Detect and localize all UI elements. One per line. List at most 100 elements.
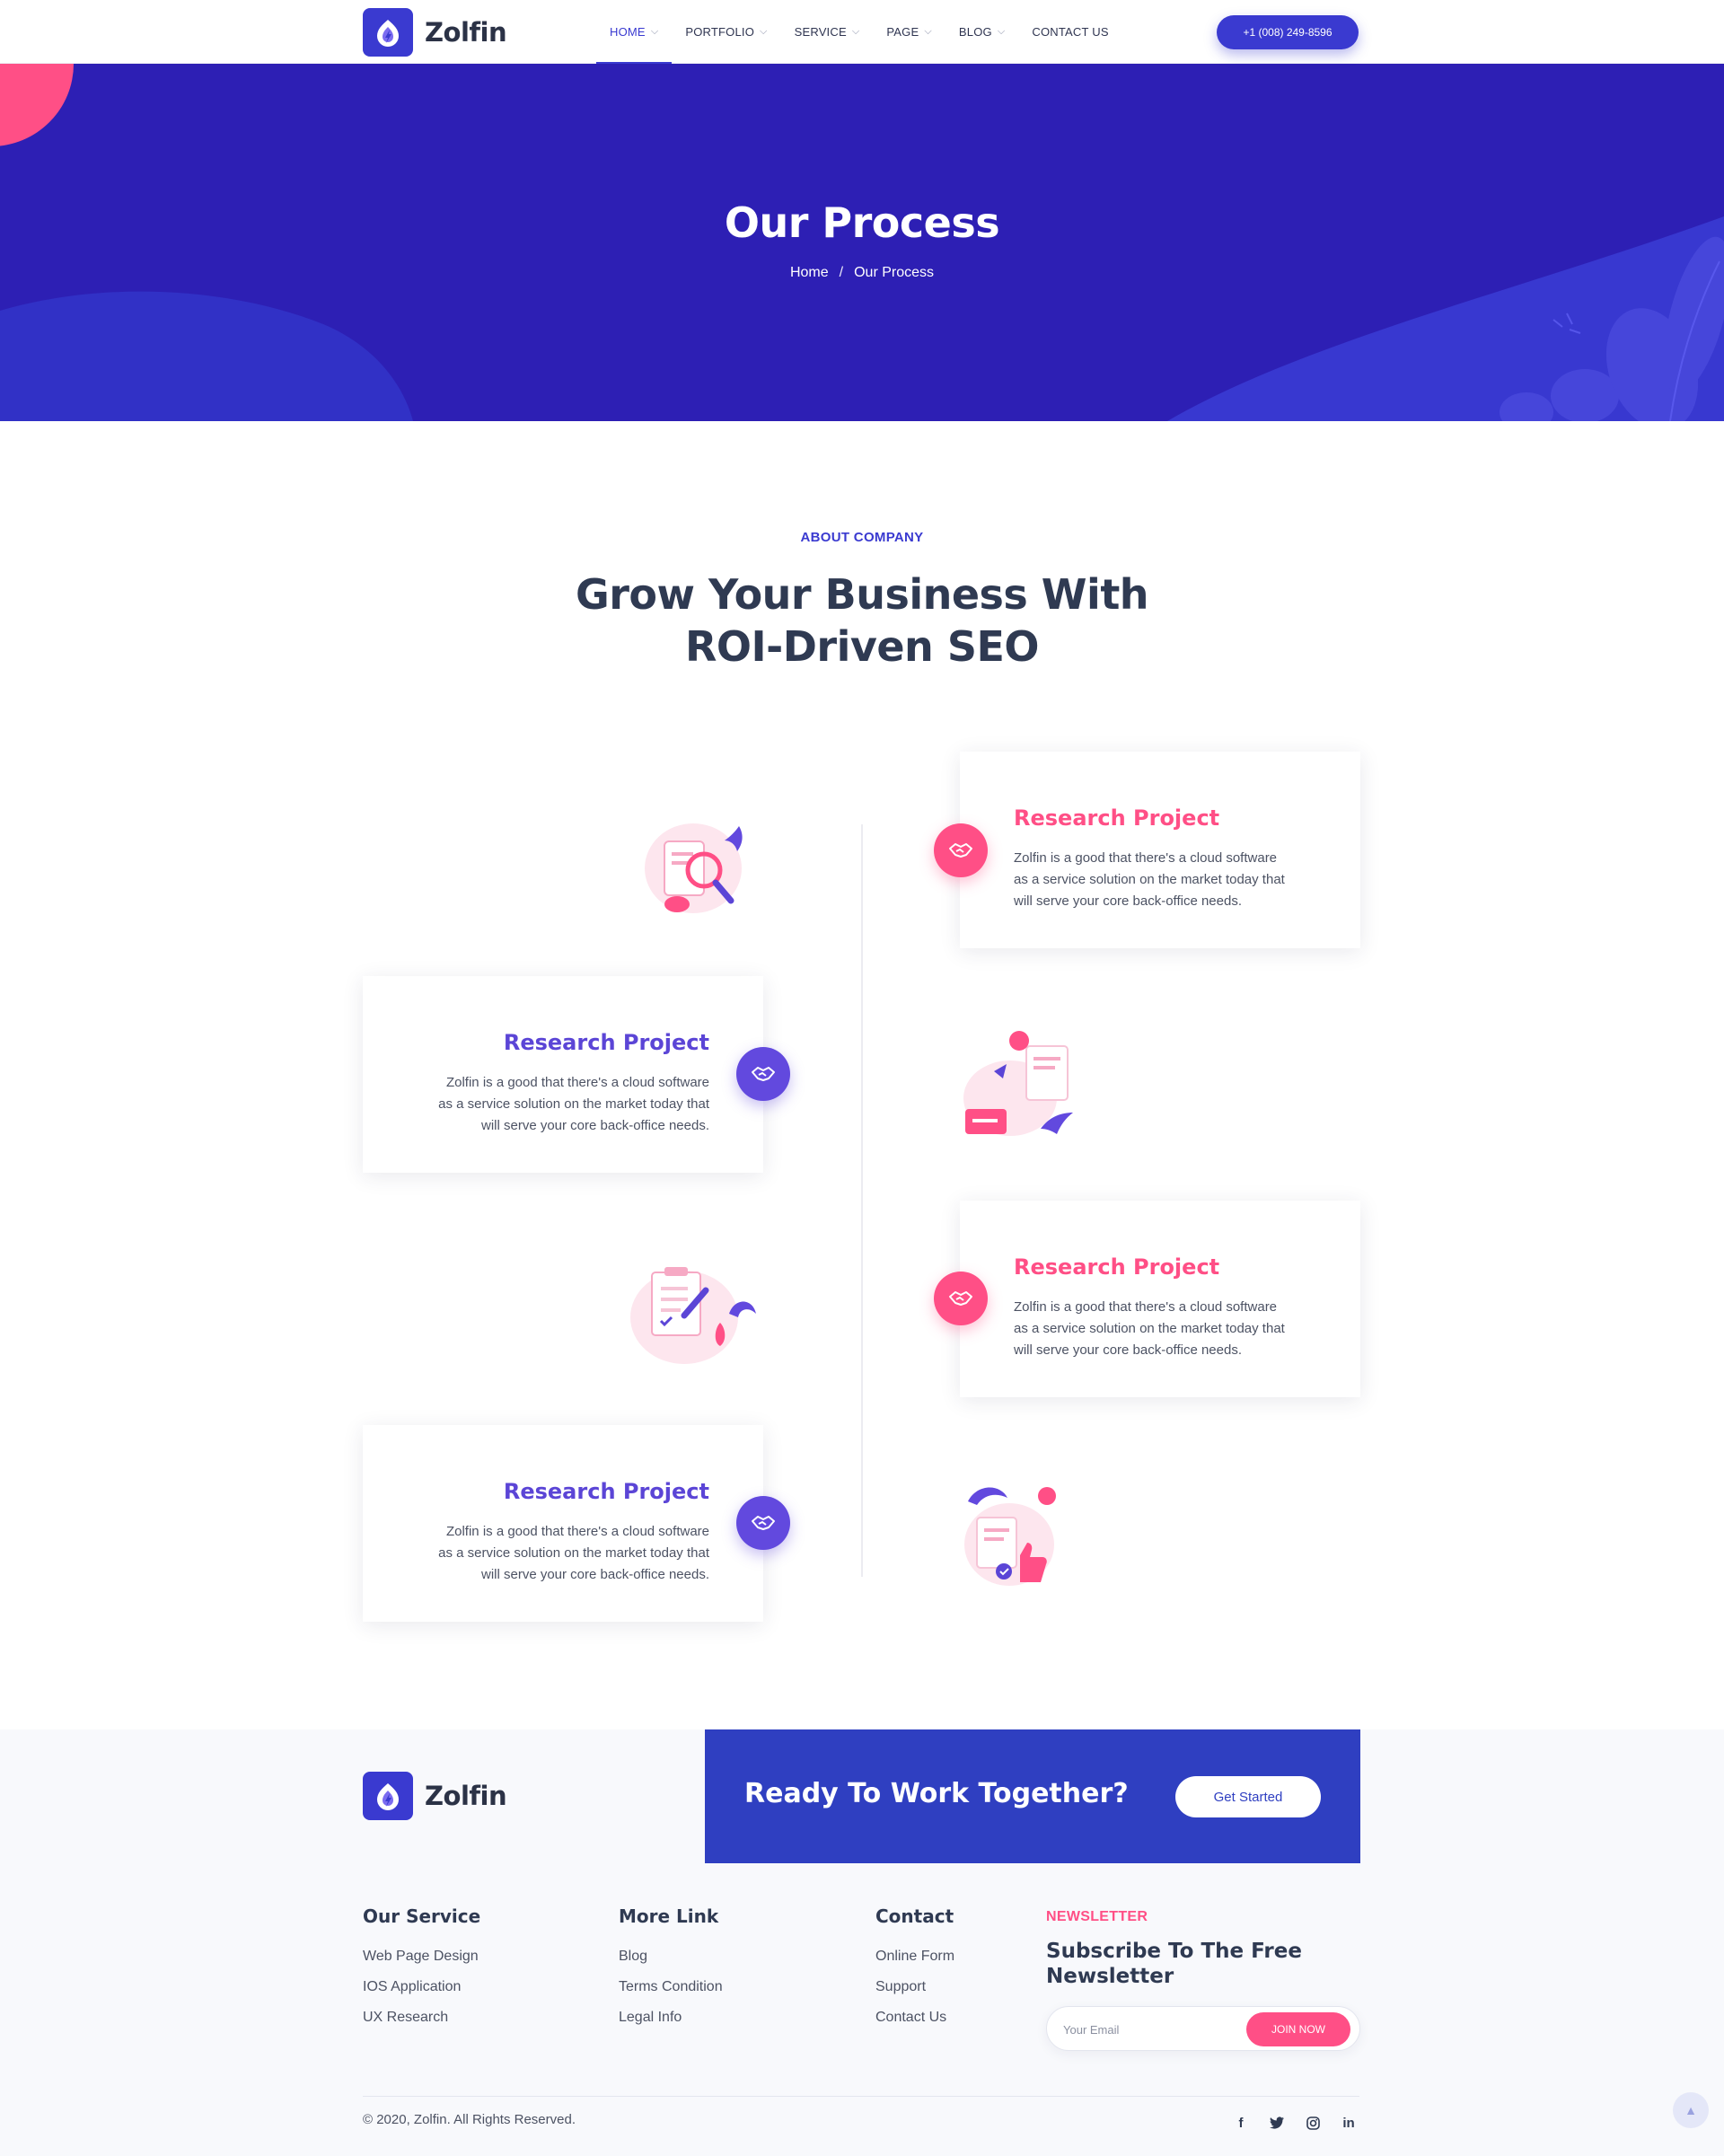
process-card-text-line: as a service solution on the market toda… [1014,1321,1285,1336]
nav-item-service[interactable]: SERVICE ⌵ [781,0,874,64]
section-title-line-1: Grow Your Business With [575,570,1149,619]
nav-label: PORTFOLIO [685,25,755,39]
logo-text: Zolfin [425,1781,507,1811]
footer-column-heading: Our Service [363,1905,481,1927]
footer-column-more-link: More Link Blog Terms Condition Legal Inf… [619,1905,723,2033]
process-card-text: Zolfin is a good that there's a cloud so… [1014,848,1310,912]
breadcrumb: Home / Our Process [0,265,1724,281]
handshake-icon [934,823,988,877]
process-card-text-line: Zolfin is a good that there's a cloud so… [1014,1299,1278,1315]
phone-button[interactable]: +1 (008) 249-8596 [1217,15,1359,49]
thumbs-up-document-illustration [959,1482,1085,1598]
footer-link[interactable]: IOS Application [363,1972,480,2002]
cta-banner: Ready To Work Together? Get Started [705,1729,1360,1863]
process-card-text-line: will serve your core back-office needs. [1014,1342,1243,1358]
handshake-icon [934,1272,988,1325]
chat-messages-illustration [956,1028,1082,1145]
footer-link[interactable]: Legal Info [619,2002,723,2033]
twitter-icon[interactable] [1259,2114,1295,2132]
footer-column-our-service: Our Service Web Page Design IOS Applicat… [363,1905,480,2033]
section-eyebrow: ABOUT COMPANY [800,530,924,545]
newsletter-form: JOIN NOW [1046,2006,1360,2051]
process-card-text: Zolfin is a good that there's a cloud so… [413,1521,709,1586]
logo-icon [363,1772,413,1820]
logo-text: Zolfin [425,17,507,48]
footer-link[interactable]: Support [875,1972,954,2002]
search-document-illustration [638,813,763,929]
instagram-icon[interactable] [1295,2114,1331,2132]
footer-link[interactable]: Online Form [875,1941,954,1972]
nav-label: BLOG [958,25,992,39]
copyright-text: © 2020, Zolfin. All Rights Reserved. [363,2112,576,2127]
site-logo[interactable]: Zolfin [363,8,507,57]
process-card-text-line: as a service solution on the market toda… [438,1096,709,1112]
breadcrumb-separator: / [839,265,844,280]
newsletter-email-input[interactable] [1063,2018,1234,2041]
nav-label: SERVICE [794,25,847,39]
process-card-text-line: as a service solution on the market toda… [438,1545,709,1561]
breadcrumb-current: Our Process [854,265,935,280]
process-card-title: Research Project [503,1479,709,1504]
breadcrumb-home-link[interactable]: Home [790,265,829,280]
process-card-text-line: will serve your core back-office needs. [480,1567,709,1582]
process-card-text-line: will serve your core back-office needs. [480,1118,709,1133]
nav-item-home[interactable]: HOME ⌵ [596,0,673,64]
chevron-down-icon: ⌵ [650,26,659,37]
nav-label: PAGE [886,25,919,39]
join-now-button[interactable]: JOIN NOW [1246,2012,1350,2046]
social-links: f in [1223,2114,1367,2132]
process-card-text-line: Zolfin is a good that there's a cloud so… [445,1524,709,1539]
process-card-1: Research Project Zolfin is a good that t… [960,752,1360,948]
clipboard-checklist-illustration [620,1260,756,1377]
footer-logo[interactable]: Zolfin [363,1772,507,1820]
nav-item-page[interactable]: PAGE ⌵ [873,0,946,64]
logo-icon [363,8,413,57]
process-card-title: Research Project [503,1030,709,1055]
handshake-icon [736,1047,790,1101]
process-card-title: Research Project [1014,805,1220,831]
footer-link[interactable]: Terms Condition [619,1972,723,2002]
chevron-down-icon: ⌵ [760,26,768,37]
footer-link[interactable]: Web Page Design [363,1941,480,1972]
footer-link[interactable]: Blog [619,1941,723,1972]
process-card-text-line: Zolfin is a good that there's a cloud so… [445,1075,709,1090]
process-card-2: Research Project Zolfin is a good that t… [363,976,763,1173]
footer-column-heading: More Link [619,1905,719,1927]
nav-item-portfolio[interactable]: PORTFOLIO ⌵ [672,0,780,64]
chevron-down-icon: ⌵ [997,26,1006,37]
get-started-button[interactable]: Get Started [1175,1776,1321,1817]
chevron-down-icon: ⌵ [924,26,932,37]
section-title-line-2: ROI-Driven SEO [685,622,1039,671]
process-card-text: Zolfin is a good that there's a cloud so… [1014,1297,1310,1361]
scroll-to-top-button[interactable]: ▲ [1673,2092,1709,2128]
nav-label: CONTACT US [1032,25,1109,39]
process-card-4: Research Project Zolfin is a good that t… [363,1425,763,1622]
footer-link[interactable]: Contact Us [875,2002,954,2033]
process-card-title: Research Project [1014,1254,1220,1280]
process-card-3: Research Project Zolfin is a good that t… [960,1201,1360,1397]
cta-title: Ready To Work Together? [744,1778,1129,1809]
chevron-down-icon: ⌵ [851,26,860,37]
process-card-text-line: Zolfin is a good that there's a cloud so… [1014,850,1278,866]
facebook-icon[interactable]: f [1223,2114,1259,2132]
page-title: Our Process [724,198,1000,247]
chevron-up-icon: ▲ [1684,2103,1697,2117]
footer-divider [363,2096,1359,2097]
footer-column-heading: Contact [875,1905,954,1927]
site-header: Zolfin HOME ⌵ PORTFOLIO ⌵ SERVICE ⌵ PAGE ⌵ B… [0,0,1724,64]
linkedin-icon[interactable]: in [1331,2114,1367,2132]
timeline-line [861,824,863,1577]
nav-item-blog[interactable]: BLOG ⌵ [946,0,1018,64]
nav-item-contact-us[interactable]: CONTACT US [1018,0,1121,64]
process-card-text-line: will serve your core back-office needs. [1014,893,1243,909]
process-card-text: Zolfin is a good that there's a cloud so… [413,1072,709,1137]
footer-column-contact: Contact Online Form Support Contact Us [875,1905,954,2033]
newsletter-title: Subscribe To The Free Newsletter [1046,1940,1302,1988]
handshake-icon [736,1496,790,1550]
process-card-text-line: as a service solution on the market toda… [1014,872,1285,887]
main-nav: HOME ⌵ PORTFOLIO ⌵ SERVICE ⌵ PAGE ⌵ BLOG ⌵ CO… [596,0,1122,64]
footer-link[interactable]: UX Research [363,2002,480,2033]
section-title: Grow Your Business With ROI-Driven SEO [503,568,1221,673]
nav-label: HOME [610,25,646,39]
page-banner: Our Process Home / Our Process [0,64,1724,421]
